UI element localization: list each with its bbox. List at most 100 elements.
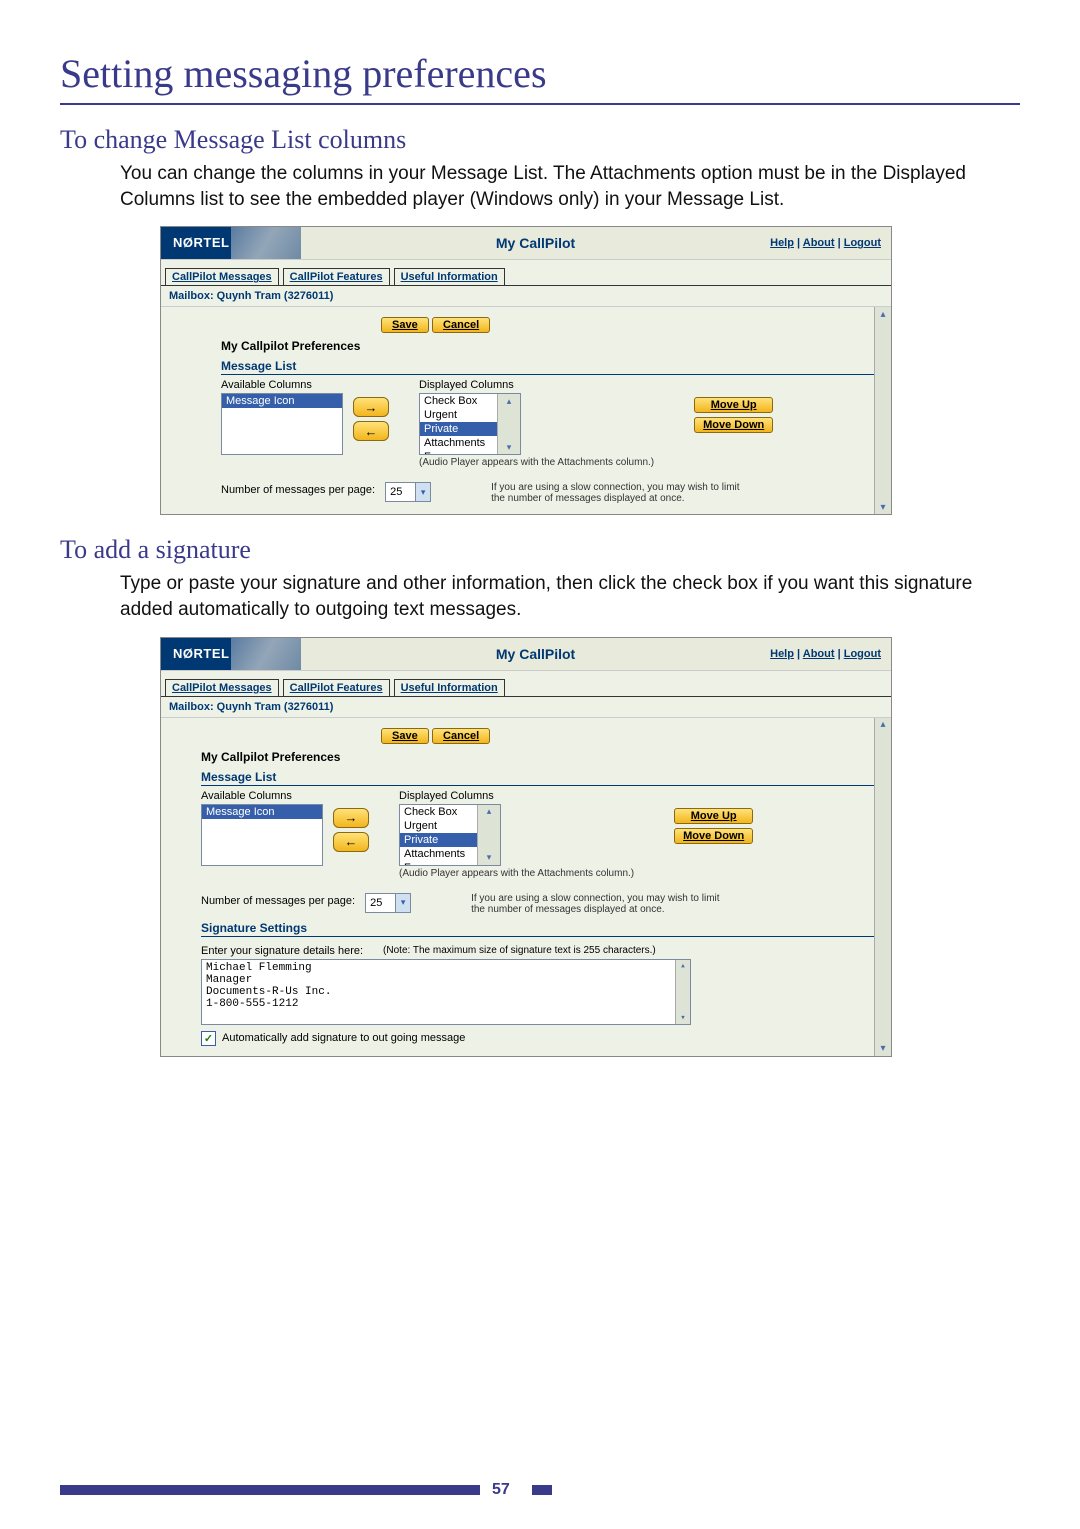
logo-image (231, 227, 301, 259)
section-title-add-signature: To add a signature (60, 535, 1020, 565)
app-header: NØRTEL My CallPilot Help | About | Logou… (161, 638, 891, 671)
move-down-button[interactable]: Move Down (694, 417, 773, 433)
scroll-up-icon[interactable]: ▴ (478, 805, 500, 819)
displayed-columns-group: Displayed Columns Check Box Urgent Priva… (419, 379, 654, 468)
scroll-down-icon[interactable]: ▾ (498, 440, 520, 454)
nortel-logo: NØRTEL (161, 227, 231, 259)
logout-link[interactable]: Logout (844, 237, 881, 249)
move-right-button[interactable]: → (333, 808, 369, 828)
signature-label: Enter your signature details here: (201, 945, 363, 957)
logo-image (231, 638, 301, 670)
chevron-down-icon[interactable]: ▾ (395, 894, 410, 912)
help-link[interactable]: Help (770, 648, 794, 660)
tab-messages[interactable]: CallPilot Messages (165, 268, 279, 285)
nortel-logo: NØRTEL (161, 638, 231, 670)
cancel-button[interactable]: Cancel (432, 728, 490, 744)
num-per-page-select[interactable]: 25 ▾ (365, 893, 411, 913)
available-columns-listbox[interactable]: Message Icon (221, 393, 343, 455)
screenshot-signature: NØRTEL My CallPilot Help | About | Logou… (160, 637, 892, 1057)
header-links: Help | About | Logout (770, 648, 891, 660)
tab-useful[interactable]: Useful Information (394, 268, 505, 285)
displayed-columns-listbox[interactable]: Check Box Urgent Private Attachments Fro… (419, 393, 521, 455)
app-title: My CallPilot (301, 646, 770, 662)
signature-textarea[interactable]: Michael Flemming Manager Documents-R-Us … (201, 959, 691, 1025)
footer-bar-right (532, 1485, 552, 1495)
mailbox-label: Mailbox: Quynh Tram (3276011) (161, 285, 891, 306)
help-link[interactable]: Help (770, 237, 794, 249)
available-columns-group: Available Columns Message Icon (201, 790, 323, 866)
scroll-down-icon[interactable]: ▾ (478, 851, 500, 865)
body-text-change-columns: You can change the columns in your Messa… (120, 161, 1020, 212)
move-up-button[interactable]: Move Up (674, 808, 753, 824)
tab-messages[interactable]: CallPilot Messages (165, 679, 279, 696)
logout-link[interactable]: Logout (844, 648, 881, 660)
available-columns-listbox[interactable]: Message Icon (201, 804, 323, 866)
available-columns-label: Available Columns (221, 379, 343, 391)
scroll-down-icon[interactable]: ▾ (875, 500, 891, 514)
preferences-panel: ▴ ▾ Save Cancel My Callpilot Preferences… (161, 717, 891, 1056)
message-list-section-title: Message List (221, 359, 877, 375)
move-right-button[interactable]: → (353, 397, 389, 417)
about-link[interactable]: About (803, 237, 835, 249)
displayed-columns-group: Displayed Columns Check Box Urgent Priva… (399, 790, 634, 879)
signature-note: (Note: The maximum size of signature tex… (383, 945, 656, 957)
page-title: Setting messaging preferences (60, 50, 1020, 105)
tab-bar: CallPilot Messages CallPilot Features Us… (161, 260, 891, 285)
message-list-section-title: Message List (201, 770, 877, 786)
about-link[interactable]: About (803, 648, 835, 660)
cancel-button[interactable]: Cancel (432, 317, 490, 333)
signature-text: Michael Flemming Manager Documents-R-Us … (206, 962, 331, 1010)
list-item[interactable]: Message Icon (222, 394, 342, 408)
section-title-change-columns: To change Message List columns (60, 125, 1020, 155)
mailbox-label: Mailbox: Quynh Tram (3276011) (161, 696, 891, 717)
prefs-title: My Callpilot Preferences (201, 750, 877, 764)
tab-features[interactable]: CallPilot Features (283, 679, 390, 696)
auto-signature-label: Automatically add signature to out going… (222, 1032, 465, 1044)
listbox-scrollbar[interactable]: ▴ ▾ (477, 805, 500, 865)
num-per-page-label: Number of messages per page: (201, 893, 355, 907)
available-columns-label: Available Columns (201, 790, 323, 802)
save-button[interactable]: Save (381, 317, 429, 333)
available-columns-group: Available Columns Message Icon (221, 379, 343, 455)
app-title: My CallPilot (301, 235, 770, 251)
tab-useful[interactable]: Useful Information (394, 679, 505, 696)
scroll-up-icon[interactable]: ▴ (676, 960, 690, 972)
displayed-columns-listbox[interactable]: Check Box Urgent Private Attachments Fro… (399, 804, 501, 866)
move-left-button[interactable]: ← (333, 832, 369, 852)
screenshot-message-list: NØRTEL My CallPilot Help | About | Logou… (160, 226, 892, 515)
header-links: Help | About | Logout (770, 237, 891, 249)
listbox-scrollbar[interactable]: ▴ ▾ (497, 394, 520, 454)
chevron-down-icon[interactable]: ▾ (415, 483, 430, 501)
tab-bar: CallPilot Messages CallPilot Features Us… (161, 671, 891, 696)
list-item[interactable]: Message Icon (202, 805, 322, 819)
num-per-page-label: Number of messages per page: (221, 482, 375, 496)
move-down-button[interactable]: Move Down (674, 828, 753, 844)
signature-section-title: Signature Settings (201, 921, 877, 937)
scroll-down-icon[interactable]: ▾ (676, 1012, 690, 1024)
scrollbar[interactable]: ▴ ▾ (874, 718, 891, 1056)
scrollbar[interactable]: ▴ ▾ (874, 307, 891, 514)
displayed-columns-label: Displayed Columns (419, 379, 654, 391)
page-number: 57 (480, 1481, 522, 1499)
save-button[interactable]: Save (381, 728, 429, 744)
move-up-button[interactable]: Move Up (694, 397, 773, 413)
audio-note: (Audio Player appears with the Attachmen… (399, 868, 634, 879)
app-header: NØRTEL My CallPilot Help | About | Logou… (161, 227, 891, 260)
scroll-up-icon[interactable]: ▴ (875, 307, 891, 321)
audio-note: (Audio Player appears with the Attachmen… (419, 457, 654, 468)
scroll-up-icon[interactable]: ▴ (498, 394, 520, 408)
tab-features[interactable]: CallPilot Features (283, 268, 390, 285)
move-left-button[interactable]: ← (353, 421, 389, 441)
num-per-page-value: 25 (366, 897, 395, 909)
prefs-title: My Callpilot Preferences (221, 339, 877, 353)
body-text-add-signature: Type or paste your signature and other i… (120, 571, 1020, 622)
num-per-page-hint: If you are using a slow connection, you … (491, 482, 751, 504)
scroll-up-icon[interactable]: ▴ (875, 718, 891, 732)
num-per-page-hint: If you are using a slow connection, you … (471, 893, 731, 915)
num-per-page-select[interactable]: 25 ▾ (385, 482, 431, 502)
textarea-scrollbar[interactable]: ▴ ▾ (675, 960, 690, 1024)
scroll-down-icon[interactable]: ▾ (875, 1042, 891, 1056)
displayed-columns-label: Displayed Columns (399, 790, 634, 802)
page-footer: 57 (60, 1481, 1020, 1499)
num-per-page-value: 25 (386, 486, 415, 498)
